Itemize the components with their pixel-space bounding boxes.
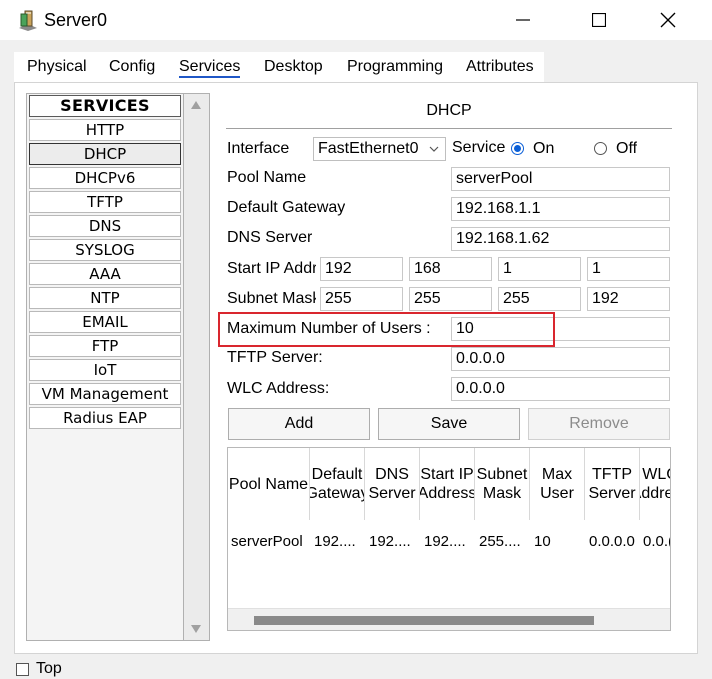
max-users-highlight	[218, 312, 555, 347]
scroll-down-icon[interactable]	[190, 624, 202, 634]
service-item-radius-eap[interactable]: Radius EAP	[29, 407, 181, 429]
col-header-default-gateway[interactable]: Default Gateway	[310, 448, 365, 520]
tab-desktop[interactable]: Desktop	[258, 52, 329, 82]
service-item-http[interactable]: HTTP	[29, 119, 181, 141]
scroll-up-icon[interactable]	[190, 100, 202, 110]
service-item-iot[interactable]: IoT	[29, 359, 181, 381]
dns-server-label: DNS Server	[227, 229, 313, 246]
service-item-syslog[interactable]: SYSLOG	[29, 239, 181, 261]
wlc-address-label: WLC Address:	[227, 380, 330, 397]
start-ip-octet-3[interactable]: 1	[498, 257, 581, 281]
scrollbar-thumb[interactable]	[254, 616, 594, 625]
tftp-server-input[interactable]: 0.0.0.0	[451, 347, 670, 371]
service-item-dhcp[interactable]: DHCP	[29, 143, 181, 165]
col-header-dns-server[interactable]: DNS Server	[365, 448, 420, 520]
services-header: SERVICES	[29, 95, 181, 117]
close-icon	[660, 12, 676, 28]
window-title: Server0	[44, 10, 108, 30]
subnet-octet-3[interactable]: 255	[498, 287, 581, 311]
top-label: Top	[36, 660, 62, 677]
service-off-label: Off	[616, 140, 638, 157]
col-header-start-ip[interactable]: Start IP Address	[420, 448, 475, 520]
col-header-max-user[interactable]: Max User	[530, 448, 585, 520]
tab-config[interactable]: Config	[103, 52, 161, 82]
close-button[interactable]	[645, 4, 691, 36]
tab-attributes[interactable]: Attributes	[460, 52, 540, 82]
start-ip-octet-2[interactable]: 168	[409, 257, 492, 281]
pool-name-input[interactable]: serverPool	[451, 167, 670, 191]
table-cell-tftp-server[interactable]: 0.0.0.0	[589, 530, 640, 554]
interface-value: FastEthernet0	[318, 140, 419, 157]
service-item-tftp[interactable]: TFTP	[29, 191, 181, 213]
service-on-label: On	[533, 140, 555, 157]
service-item-vm-management[interactable]: VM Management	[29, 383, 181, 405]
dhcp-title: DHCP	[426, 102, 472, 119]
table-cell-wlc-address[interactable]: 0.0.(	[643, 530, 670, 554]
pool-name-label: Pool Name	[227, 169, 307, 186]
subnet-octet-1[interactable]: 255	[320, 287, 403, 311]
table-cell-start-ip[interactable]: 192....	[424, 530, 475, 554]
subnet-mask-label: Subnet Mask	[227, 290, 316, 307]
remove-button[interactable]: Remove	[528, 408, 670, 440]
services-scrollbar[interactable]	[184, 93, 210, 641]
subnet-octet-4[interactable]: 192	[587, 287, 670, 311]
minimize-icon	[516, 19, 530, 21]
table-cell-subnet-mask[interactable]: 255....	[479, 530, 530, 554]
start-ip-octet-4[interactable]: 1	[587, 257, 670, 281]
maximize-button[interactable]	[576, 4, 622, 36]
wlc-address-input[interactable]: 0.0.0.0	[451, 377, 670, 401]
table-cell-pool-name[interactable]: serverPool	[231, 530, 310, 554]
server-app-icon	[19, 10, 37, 31]
table-horizontal-scrollbar[interactable]	[228, 608, 670, 630]
maximize-icon	[592, 13, 606, 27]
interface-select[interactable]: FastEthernet0	[313, 137, 446, 161]
col-header-subnet-mask[interactable]: Subnet Mask	[475, 448, 530, 520]
subnet-octet-2[interactable]: 255	[409, 287, 492, 311]
section-divider	[226, 128, 672, 129]
table-cell-dns-server[interactable]: 192....	[369, 530, 420, 554]
start-ip-label: Start IP Addr	[227, 260, 316, 277]
interface-label: Interface	[227, 140, 290, 157]
service-label: Service	[452, 139, 506, 156]
service-item-dns[interactable]: DNS	[29, 215, 181, 237]
minimize-button[interactable]	[500, 4, 546, 36]
pool-table: Pool Name Default Gateway DNS Server Sta…	[227, 447, 671, 631]
col-header-tftp-server[interactable]: TFTP Server	[585, 448, 640, 520]
tab-physical[interactable]: Physical	[21, 52, 93, 82]
tftp-server-label: TFTP Server:	[227, 349, 323, 366]
service-off-radio[interactable]	[594, 142, 607, 155]
save-button[interactable]: Save	[378, 408, 520, 440]
table-cell-default-gateway[interactable]: 192....	[314, 530, 365, 554]
start-ip-octet-1[interactable]: 192	[320, 257, 403, 281]
chevron-down-icon	[429, 146, 439, 152]
default-gateway-label: Default Gateway	[227, 199, 346, 216]
tab-programming[interactable]: Programming	[341, 52, 449, 82]
service-item-aaa[interactable]: AAA	[29, 263, 181, 285]
service-item-ftp[interactable]: FTP	[29, 335, 181, 357]
default-gateway-input[interactable]: 192.168.1.1	[451, 197, 670, 221]
tab-services[interactable]: Services	[173, 52, 246, 82]
dns-server-input[interactable]: 192.168.1.62	[451, 227, 670, 251]
service-on-radio[interactable]	[511, 142, 524, 155]
top-checkbox[interactable]	[16, 663, 29, 676]
service-item-dhcpv6[interactable]: DHCPv6	[29, 167, 181, 189]
col-header-wlc-address[interactable]: WLC Address	[640, 448, 670, 520]
col-header-pool-name[interactable]: Pool Name	[228, 448, 310, 520]
service-item-email[interactable]: EMAIL	[29, 311, 181, 333]
table-cell-max-user[interactable]: 10	[534, 530, 585, 554]
service-item-ntp[interactable]: NTP	[29, 287, 181, 309]
add-button[interactable]: Add	[228, 408, 370, 440]
